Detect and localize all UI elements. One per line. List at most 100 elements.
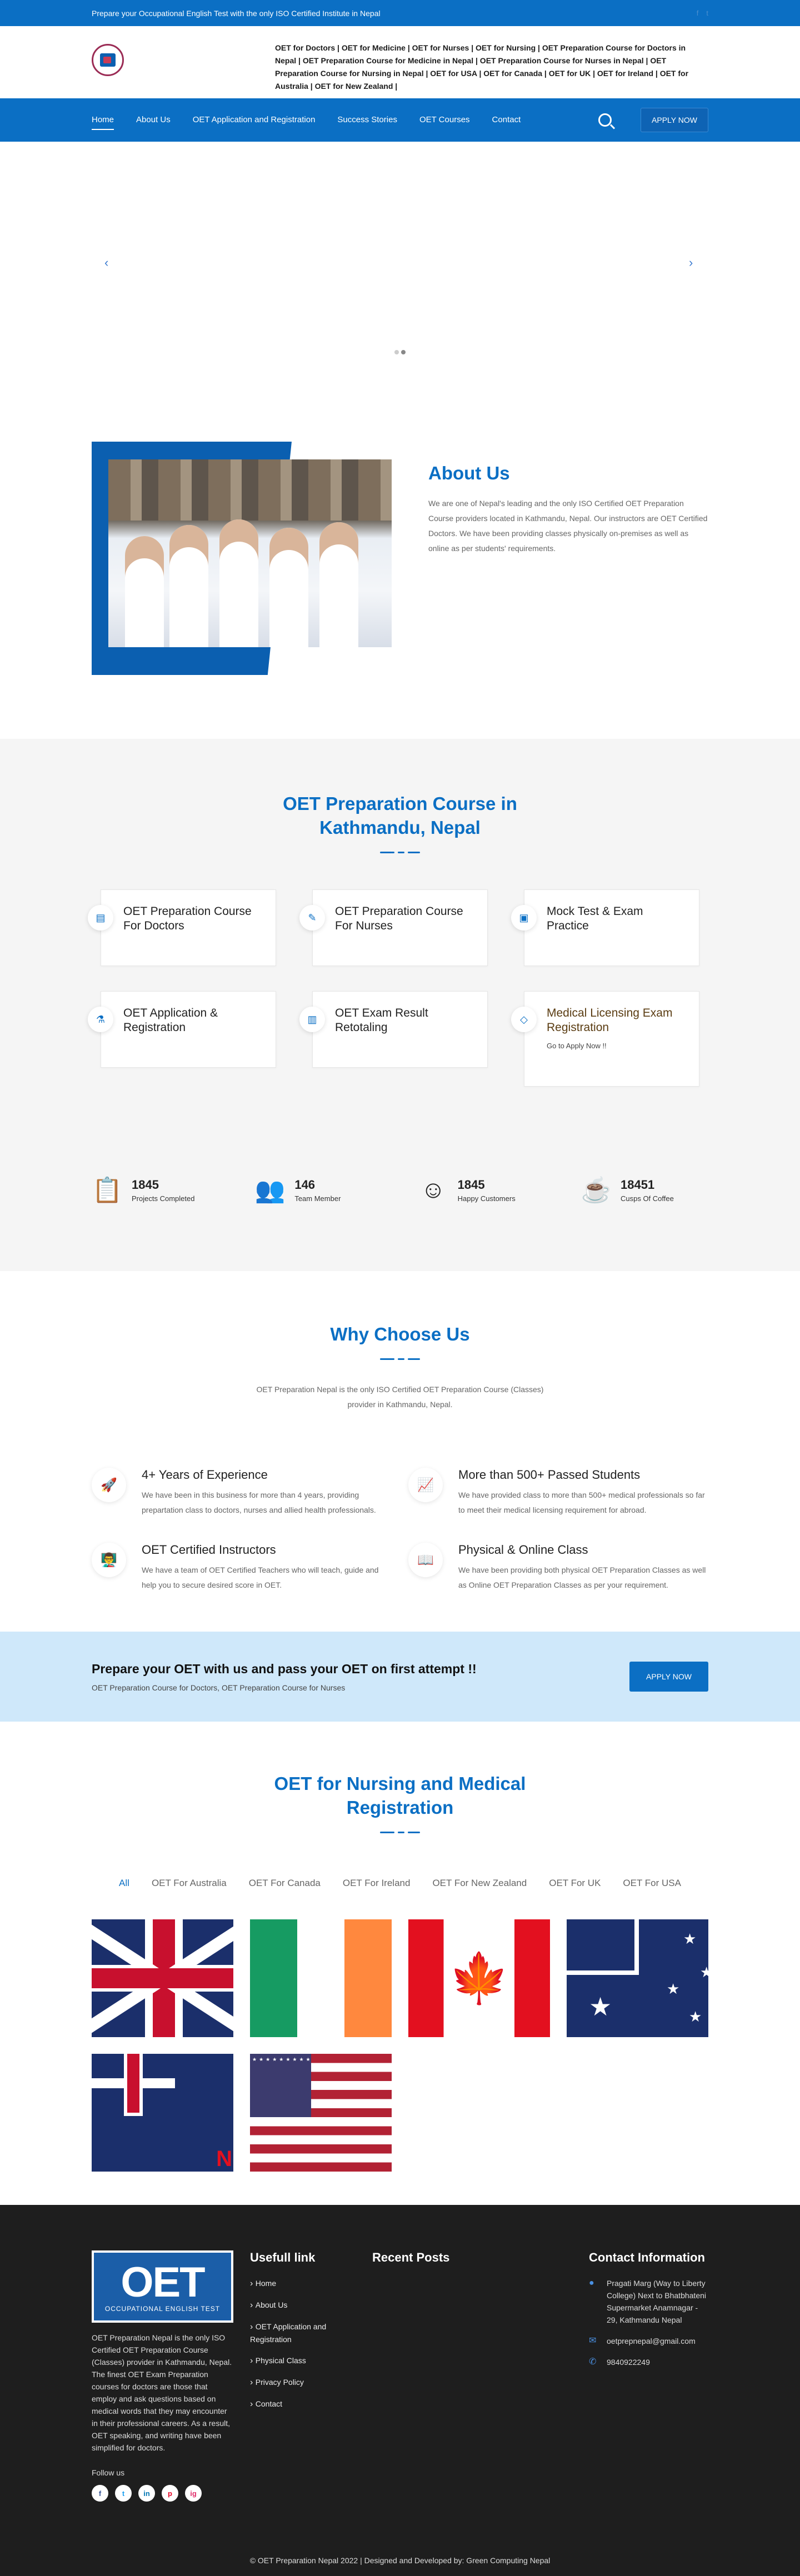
filter-uk[interactable]: OET For UK (549, 1878, 601, 1889)
filter-canada[interactable]: OET For Canada (249, 1878, 321, 1889)
footer-link-home[interactable]: Home (250, 2277, 356, 2290)
stat-number: 18451 (620, 1177, 655, 1192)
linkedin-icon[interactable]: in (138, 2485, 155, 2502)
why-intro: OET Preparation Nepal is the only ISO Ce… (256, 1385, 544, 1409)
students-photo (108, 459, 392, 647)
about-image (92, 442, 408, 675)
cta-apply-button[interactable]: APPLY NOW (629, 1662, 708, 1692)
filter-all[interactable]: All (119, 1878, 129, 1889)
twitter-icon[interactable]: t (706, 9, 708, 17)
phone-icon: ✆ (589, 2357, 597, 2367)
facebook-icon[interactable]: f (92, 2485, 108, 2502)
why-item-text: We have a team of OET Certified Teachers… (142, 1565, 379, 1589)
australia-flag[interactable]: ★ ★ ★ ★ ★ (567, 1919, 708, 2037)
facebook-icon[interactable]: f (697, 9, 699, 17)
book-icon: ▤ (88, 905, 113, 931)
top-social-icons: f t (697, 9, 708, 17)
filter-new-zealand[interactable]: OET For New Zealand (432, 1878, 527, 1889)
cta-title: Prepare your OET with us and pass your O… (92, 1661, 477, 1676)
nav-oet-application[interactable]: OET Application and Registration (193, 111, 316, 130)
course-card-retotaling[interactable]: ▥ OET Exam Result Retotaling (299, 991, 488, 1068)
title-separator (92, 1832, 708, 1833)
footer-link-contact[interactable]: Contact (250, 2398, 356, 2410)
nav-success-stories[interactable]: Success Stories (337, 111, 397, 130)
course-card-medical-licensing[interactable]: ◇ Medical Licensing Exam Registration Go… (511, 991, 699, 1087)
twitter-icon[interactable]: t (115, 2485, 132, 2502)
ireland-flag[interactable] (250, 1919, 392, 2037)
why-item-experience: 🚀 4+ Years of Experience We have been in … (92, 1468, 392, 1518)
title-separator (92, 1358, 708, 1360)
follow-us-label: Follow us (92, 2468, 125, 2477)
search-icon[interactable] (598, 113, 612, 127)
slider-dot[interactable] (394, 350, 399, 354)
slider-prev-icon[interactable]: ‹ (104, 256, 108, 270)
course-card-doctors[interactable]: ▤ OET Preparation Course For Doctors (88, 889, 276, 966)
email-text[interactable]: oetprepnepal@gmail.com (607, 2335, 696, 2347)
about-title: About Us (428, 463, 510, 483)
address-text: Pragati Marg (Way to Liberty College) Ne… (607, 2279, 706, 2324)
contact-address: ● Pragati Marg (Way to Liberty College) N… (589, 2277, 708, 2326)
nav-contact[interactable]: Contact (492, 111, 521, 130)
stat-label: Cusps Of Coffee (620, 1194, 674, 1203)
course-card-title: OET Exam Result Retotaling (335, 1007, 428, 1034)
footer-link-physical-class[interactable]: Physical Class (250, 2354, 356, 2367)
usa-flag[interactable]: ★★★★★★★★★★★★★★★★★★★★★★★★★★★★★★★★★★★★★★★★… (250, 2054, 392, 2172)
why-item-text: We have been providing both physical OET… (458, 1565, 706, 1589)
nav-about-us[interactable]: About Us (136, 111, 171, 130)
course-card-title: Mock Test & Exam Practice (547, 905, 643, 932)
email-icon: ✉ (589, 2336, 597, 2345)
site-footer: OET OCCUPATIONAL ENGLISH TEST OET Prepar… (0, 2205, 800, 2576)
phone-text[interactable]: 9840922249 (607, 2356, 650, 2368)
stat-coffee: ☕ 18451 Cusps Of Coffee (581, 1176, 708, 1204)
nav-oet-courses[interactable]: OET Courses (419, 111, 470, 130)
apply-now-button[interactable]: APPLY NOW (641, 108, 708, 132)
why-item-classes: 📖 Physical & Online Class We have been pr… (408, 1543, 708, 1593)
course-card-mock-test[interactable]: ▣ Mock Test & Exam Practice (511, 889, 699, 966)
canada-flag[interactable]: 🍁 (408, 1919, 550, 2037)
course-card-title: OET Preparation Course For Nurses (335, 905, 463, 932)
chart-icon: ▥ (299, 1007, 325, 1032)
slider-dots (394, 350, 406, 354)
stat-label: Happy Customers (457, 1194, 516, 1203)
site-header: OET for Doctors | OET for Medicine | OET… (0, 26, 800, 98)
nav-home[interactable]: Home (92, 111, 114, 130)
rocket-icon: 🚀 (92, 1468, 126, 1502)
instagram-icon[interactable]: ig (185, 2485, 202, 2502)
contact-phone[interactable]: ✆ 9840922249 (589, 2356, 708, 2368)
footer-link-about[interactable]: About Us (250, 2299, 356, 2312)
pinterest-icon[interactable]: p (162, 2485, 178, 2502)
country-filters: All OET For Australia OET For Canada OET… (92, 1878, 708, 1889)
instructor-icon: 👨‍🏫 (92, 1543, 126, 1577)
slider-dot-active[interactable] (401, 350, 406, 354)
coffee-icon: ☕ (581, 1177, 612, 1204)
why-section: Why Choose Us OET Preparation Nepal is t… (0, 1271, 800, 1632)
new-zealand-flag[interactable]: N (92, 2054, 233, 2172)
why-item-title: 4+ Years of Experience (142, 1468, 268, 1482)
footer-link-application[interactable]: OET Application and Registration (250, 2320, 356, 2345)
course-card-nurses[interactable]: ✎ OET Preparation Course For Nurses (299, 889, 488, 966)
footer-logo-text: OET (121, 2259, 205, 2306)
contact-email[interactable]: ✉ oetprepnepal@gmail.com (589, 2335, 708, 2347)
uk-flag[interactable] (92, 1919, 233, 2037)
about-text: We are one of Nepal's leading and the on… (428, 499, 708, 553)
why-item-title: More than 500+ Passed Students (458, 1468, 641, 1482)
why-item-instructors: 👨‍🏫 OET Certified Instructors We have a t… (92, 1543, 392, 1593)
filter-usa[interactable]: OET For USA (623, 1878, 681, 1889)
stat-label: Projects Completed (132, 1194, 195, 1203)
slider-next-icon[interactable]: › (689, 256, 693, 270)
stat-team: 👥 146 Team Member (254, 1176, 382, 1204)
footer-link-privacy[interactable]: Privacy Policy (250, 2376, 356, 2389)
header-tagline: OET for Doctors | OET for Medicine | OET… (275, 43, 689, 91)
filter-ireland[interactable]: OET For Ireland (343, 1878, 411, 1889)
book-open-icon: 📖 (408, 1543, 443, 1577)
about-section: About Us We are one of Nepal's leading a… (0, 442, 800, 739)
course-card-application[interactable]: ⚗ OET Application & Registration (88, 991, 276, 1068)
go-to-apply-link[interactable]: Go to Apply Now !! (547, 1042, 686, 1050)
site-logo[interactable] (92, 44, 124, 76)
stat-number: 1845 (457, 1177, 485, 1192)
footer-logo[interactable]: OET OCCUPATIONAL ENGLISH TEST (92, 2250, 233, 2323)
top-bar: Prepare your Occupational English Test w… (0, 0, 800, 26)
course-section: OET Preparation Course in Kathmandu, Nep… (0, 739, 800, 1271)
filter-australia[interactable]: OET For Australia (152, 1878, 227, 1889)
stat-number: 1845 (132, 1177, 159, 1192)
